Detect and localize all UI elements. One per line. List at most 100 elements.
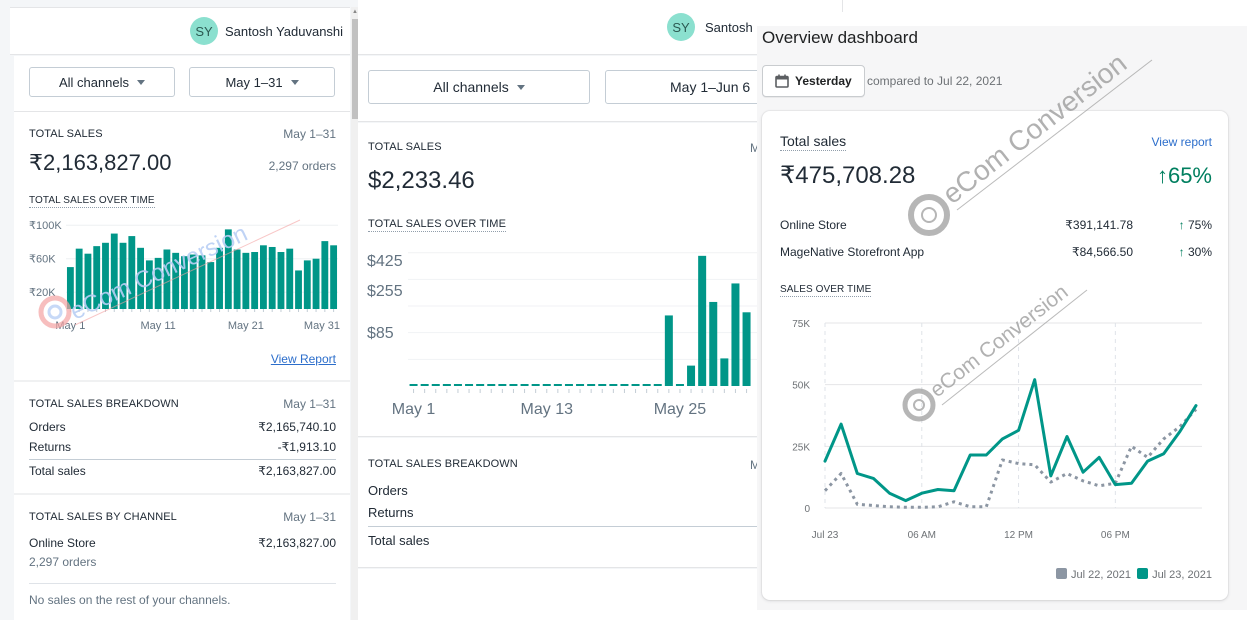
chart-title-text[interactable]: SALES OVER TIME [780,284,872,297]
bar [675,384,684,386]
bar [409,384,418,386]
caret-down-icon [516,84,525,90]
avatar[interactable]: SY [667,13,695,41]
bar [137,247,145,309]
y-tick-label: ₹100K [29,220,62,232]
bar [259,245,267,309]
chart-title-text[interactable]: TOTAL SALES OVER TIME [29,195,155,208]
date-picker-label: Yesterday [795,74,852,88]
arrow-up-icon: ↑ [1178,245,1185,259]
bar [154,257,162,309]
report-content: All channels May 1–31 TOTAL SALES May 1–… [14,56,350,620]
total-sales-bar-chart: ₹100K ₹60K ₹20K May 1 May 11 May 21 May 31 [29,220,340,332]
bar [487,384,496,386]
bar [251,252,259,309]
bar [498,384,507,386]
top-bar: SY Santosh [358,0,758,55]
bar [207,262,215,309]
bar [520,384,529,386]
date-range-dropdown[interactable]: May 1–31 [189,67,335,97]
bar [720,358,729,386]
view-report-link[interactable]: View Report [271,352,336,366]
overview-dashboard-panel: Overview dashboard Yesterday compared to… [757,0,1247,610]
legend-item[interactable]: Jul 23, 2021 [1137,568,1212,581]
view-report-link[interactable]: View report [1152,135,1212,149]
bar [709,301,718,386]
chart-title-text[interactable]: TOTAL SALES OVER TIME [368,218,507,232]
date-range-dropdown[interactable]: May 1–Jun 6 [605,70,758,104]
channel-value: ₹391,141.78 [1065,218,1133,232]
chart-title: TOTAL SALES OVER TIME [29,195,155,208]
legend-item[interactable]: Jul 22, 2021 [1056,568,1131,581]
bar [128,236,136,309]
total-sales-orders: 2,297 orders [268,159,336,173]
channel-change-value: 30% [1187,245,1212,259]
bar [286,248,294,309]
channel-value: ₹84,566.50 [1071,245,1133,259]
y-tick-label: ₹60K [29,254,56,266]
x-tick-label: May 1 [392,401,436,418]
blank-area [757,0,1247,26]
by-channel-period: May 1–31 [283,510,336,524]
bar [242,252,250,309]
breakdown-period: May 1–31 [283,397,336,411]
user-name[interactable]: Santosh [705,20,753,35]
user-name[interactable]: Santosh Yaduvanshi [225,24,343,39]
channel-name: Online Store [29,536,96,550]
arrow-up-icon: ↑ [1156,163,1168,188]
y-tick-label: $425 [367,253,403,270]
divider [14,380,350,382]
breakdown-orders-label: Orders [29,420,66,434]
bar [453,384,462,386]
bar [653,384,662,386]
top-bar: SY Santosh Yaduvanshi [10,7,350,55]
bar [664,315,673,386]
legend-swatch [1056,568,1067,579]
channel-dropdown[interactable]: All channels [368,70,590,104]
divider [14,493,350,495]
channel-dropdown-label: All channels [433,79,509,95]
chart-legend: Jul 22, 2021 Jul 23, 2021 [1056,568,1212,581]
y-tick-label: $255 [367,283,403,300]
arrow-up-icon: ↑ [1178,218,1185,232]
date-picker-button[interactable]: Yesterday [762,65,865,97]
bar [233,249,241,309]
total-sales-value: $2,233.46 [368,167,475,194]
bar [542,384,551,386]
total-sales-label-text[interactable]: Total sales [780,133,847,151]
date-range-label: May 1–31 [225,74,283,90]
bar [75,248,83,309]
bar [163,249,171,309]
bar [216,247,223,309]
avatar[interactable]: SY [190,17,218,45]
total-sales-value: ₹2,163,827.00 [29,150,172,175]
breakdown-total-value: ₹2,163,827.00 [258,464,336,478]
breakdown-title: TOTAL SALES BREAKDOWN [368,458,518,470]
bar [531,384,540,386]
date-range-label: May 1–Jun 6 [670,79,751,95]
x-tick-label: Jul 23 [812,530,839,541]
bar [172,252,180,309]
x-tick-label: 06 AM [908,530,936,541]
legend-label: Jul 22, 2021 [1071,569,1131,581]
y-tick-label: $85 [367,325,394,342]
caret-down-icon [290,79,299,85]
channel-dropdown[interactable]: All channels [29,67,175,97]
total-sales-bar-chart: $425 $255 $85 May 1 May 13 May 25 [367,252,758,418]
channel-value: ₹2,163,827.00 [258,536,336,550]
bar [465,384,474,386]
divider [29,583,336,584]
bar [598,384,607,386]
total-sales-label: TOTAL SALES [368,141,442,153]
bar [431,384,440,386]
x-tick-label: May 31 [304,320,340,332]
page-title: Overview dashboard [762,28,918,47]
breakdown-returns-value: -₹1,913.10 [277,440,336,454]
bar [224,229,232,309]
bar [330,245,338,309]
by-channel-title: TOTAL SALES BY CHANNEL [29,511,177,523]
bar [476,384,485,386]
bar [119,242,127,309]
channel-change: ↑ 75% [1179,218,1212,232]
channel-orders: 2,297 orders [29,555,97,569]
